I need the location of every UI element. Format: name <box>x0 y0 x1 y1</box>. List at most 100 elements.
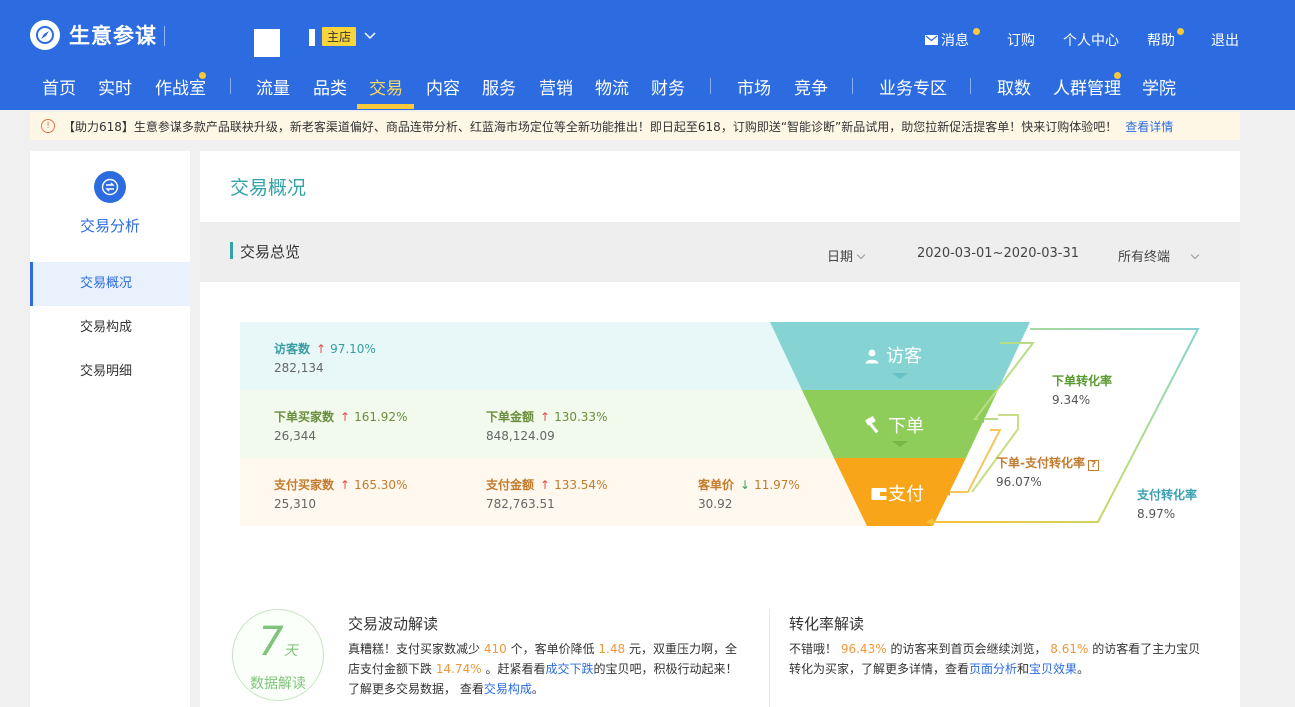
text: 不错哦！ <box>789 642 838 656</box>
funnel-visit-label: 访客 <box>864 342 922 368</box>
brand-name: 生意参谋 <box>69 24 157 48</box>
trade-composition-link[interactable]: 交易构成 <box>484 682 532 696</box>
nav-finance[interactable]: 财务 <box>651 74 685 99</box>
text: 。 <box>531 682 544 696</box>
divider <box>769 609 770 707</box>
nav-content[interactable]: 内容 <box>426 74 460 99</box>
question-icon[interactable]: ? <box>1087 460 1099 471</box>
sidebar-item-composition[interactable]: 交易构成 <box>30 306 190 350</box>
funnel-order-text: 下单 <box>888 416 924 437</box>
nav-competition[interactable]: 竞争 <box>794 74 828 99</box>
notification-dot <box>1177 28 1184 35</box>
conv-order-pay-rate: 下单-支付转化率? 96.07% <box>996 454 1099 489</box>
profile-link[interactable]: 个人中心 <box>1063 30 1119 50</box>
divider <box>164 26 165 46</box>
nav-academy[interactable]: 学院 <box>1142 74 1176 99</box>
conv-value: 9.34% <box>1052 393 1091 407</box>
nav-category[interactable]: 品类 <box>313 74 347 99</box>
shop-badge: 主店 <box>322 27 357 46</box>
nav-audience[interactable]: 人群管理 <box>1053 74 1121 99</box>
terminal-select[interactable]: 所有终端 <box>1118 246 1200 265</box>
nav-realtime[interactable]: 实时 <box>98 74 132 99</box>
conv-panel-title: 转化率解读 <box>789 615 865 633</box>
divider <box>230 78 231 94</box>
alert-icon: ! <box>41 119 55 133</box>
sidebar-title: 交易分析 <box>79 217 140 235</box>
chevron-down-icon <box>1190 250 1200 260</box>
item-effect-link[interactable]: 宝贝效果 <box>1029 662 1077 676</box>
data-interpretation-badge[interactable]: 7天 数据解读 <box>232 609 324 701</box>
badge-num-value: 7 <box>258 619 284 665</box>
subscribe-link[interactable]: 订购 <box>1007 30 1035 50</box>
sidebar-item-details[interactable]: 交易明细 <box>30 350 190 394</box>
text: 的访客来到首页会继续浏览， <box>890 642 1047 656</box>
highlight-value: 1.48 <box>598 642 626 656</box>
conv-label: 支付转化率 <box>1137 488 1198 502</box>
nav-data-fetch[interactable]: 取数 <box>997 74 1031 99</box>
date-filter[interactable]: 日期 <box>827 246 866 265</box>
funnel-graphic <box>770 322 1200 526</box>
conv-order-rate: 下单转化率 9.34% <box>1052 372 1112 407</box>
text: 真糟糕！支付买家数减少 <box>348 642 481 656</box>
notice-details-link[interactable]: 查看详情 <box>1125 118 1173 135</box>
hammer-icon <box>865 416 879 434</box>
chevron-down-icon[interactable] <box>362 27 378 47</box>
nav-logistics[interactable]: 物流 <box>595 74 629 99</box>
logout-link[interactable]: 退出 <box>1211 30 1239 50</box>
messages-link[interactable]: 消息 <box>925 30 969 50</box>
declining-items-link[interactable]: 成交下跌 <box>545 662 593 676</box>
date-range[interactable]: 2020-03-01~2020-03-31 <box>917 246 1079 261</box>
top-header: 生意参谋 主店 消息 订购 个人中心 帮助 退出 首页 实时 作战室 流量 品类… <box>0 0 1295 110</box>
conv-pay-rate: 支付转化率 8.97% <box>1137 486 1197 521</box>
text: 和 <box>1017 662 1030 676</box>
notice-bar: ! 【助力618】生意参谋多款产品联袂升级，新老客渠道偏好、商品连带分析、红蓝海… <box>30 112 1240 140</box>
page-analysis-link[interactable]: 页面分析 <box>969 662 1017 676</box>
terminal-label: 所有终端 <box>1118 250 1171 265</box>
nav-war-room[interactable]: 作战室 <box>155 74 206 99</box>
conv-value: 96.07% <box>996 475 1042 489</box>
exchange-icon <box>94 171 126 203</box>
main-panel: 交易概况 交易总览 日期 2020-03-01~2020-03-31 所有终端 … <box>200 151 1240 707</box>
shop-name-masked <box>309 29 315 46</box>
notification-dot <box>1114 72 1121 79</box>
text: 个，客单价降低 <box>510 642 595 656</box>
wallet-icon <box>871 488 887 500</box>
notification-dot <box>973 28 980 35</box>
highlight-value: 8.61% <box>1050 642 1089 656</box>
funnel-pay-label: 支付 <box>871 480 924 506</box>
highlight-value: 14.74% <box>435 662 482 676</box>
funnel-order-label: 下单 <box>864 412 924 438</box>
divider <box>710 78 711 94</box>
messages-label: 消息 <box>941 33 969 49</box>
trade-funnel: 访客数 ↑ 97.10% 282,134 下单买家数 ↑ 161.92% 26,344 … <box>200 282 1240 572</box>
sidebar: 交易分析 交易概况 交易构成 交易明细 <box>30 151 190 707</box>
user-icon <box>865 349 879 364</box>
nav-market[interactable]: 市场 <box>737 74 771 99</box>
help-link[interactable]: 帮助 <box>1147 30 1175 50</box>
page-title: 交易概况 <box>230 177 307 199</box>
conv-value: 8.97% <box>1137 507 1176 521</box>
badge-text: 数据解读 <box>250 676 306 692</box>
nav-trade[interactable]: 交易 <box>369 74 403 99</box>
nav-marketing[interactable]: 营销 <box>539 74 573 99</box>
section-title: 交易总览 <box>240 243 301 261</box>
text: 了解更多交易数据， 查看 <box>348 682 484 696</box>
divider <box>970 78 971 94</box>
brand-logo[interactable]: 生意参谋 <box>30 20 157 50</box>
mail-icon <box>925 35 938 45</box>
conv-label: 下单转化率 <box>1052 374 1113 388</box>
nav-business[interactable]: 业务专区 <box>879 74 947 99</box>
wave-panel-title: 交易波动解读 <box>348 615 439 633</box>
nav-home[interactable]: 首页 <box>42 74 76 99</box>
notice-text: 【助力618】生意参谋多款产品联袂升级，新老客渠道偏好、商品连带分析、红蓝海市场… <box>63 119 1118 134</box>
date-filter-label: 日期 <box>827 250 854 265</box>
sidebar-item-overview[interactable]: 交易概况 <box>30 262 190 306</box>
text: 。 <box>1077 662 1090 676</box>
section-marker <box>230 242 233 259</box>
funnel-pay-text: 支付 <box>888 484 924 505</box>
nav-traffic[interactable]: 流量 <box>256 74 290 99</box>
wave-panel-body: 真糟糕！支付买家数减少 410 个，客单价降低 1.48 元，双重压力啊，全店支… <box>348 639 748 699</box>
compass-icon <box>30 20 60 50</box>
nav-service[interactable]: 服务 <box>482 74 516 99</box>
shop-avatar <box>254 29 280 57</box>
